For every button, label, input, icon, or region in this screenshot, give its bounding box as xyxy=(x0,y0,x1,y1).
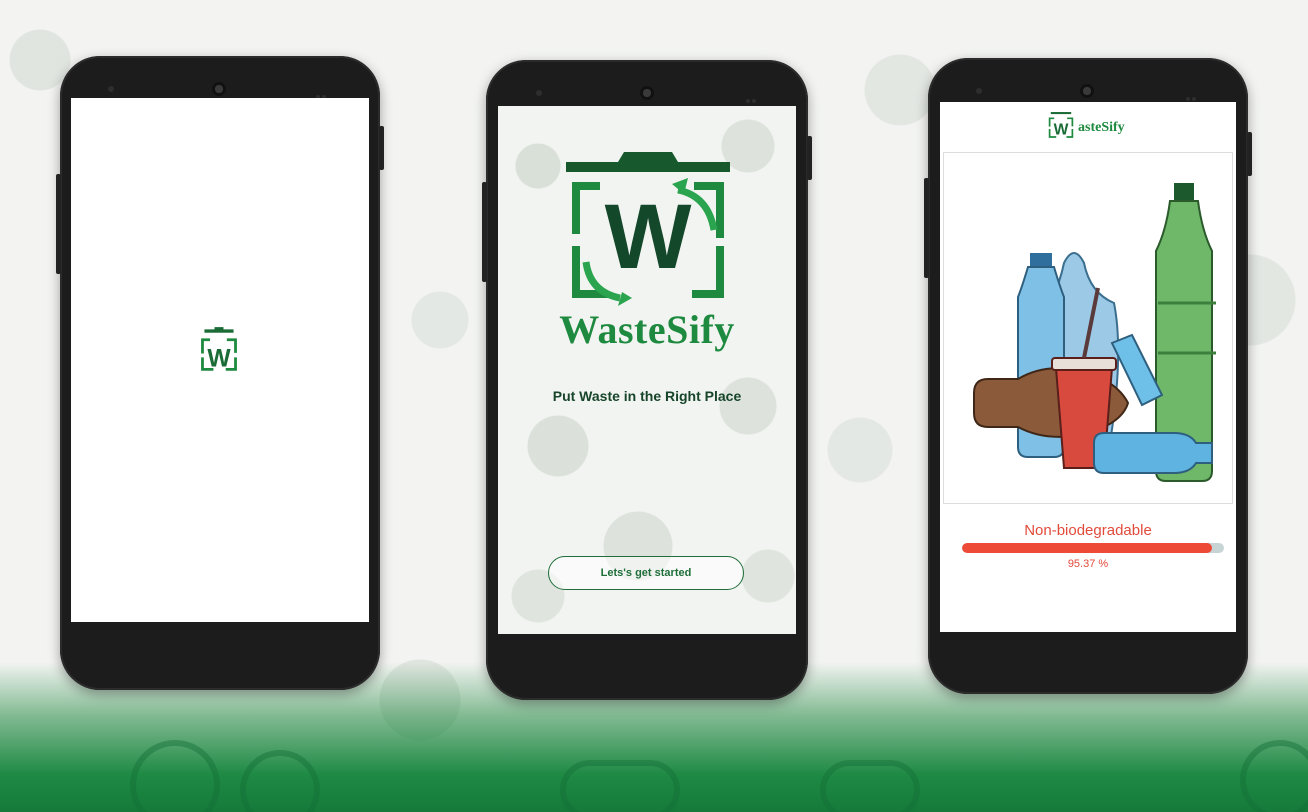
header-brand-name: asteSify xyxy=(1078,120,1125,135)
volume-button xyxy=(56,174,61,274)
front-camera xyxy=(1080,84,1094,98)
confidence-percentage: 95.37 % xyxy=(1067,558,1109,570)
speaker-dots xyxy=(1186,88,1200,101)
power-button xyxy=(807,136,812,180)
result-screen: W asteSify Non-biodegradable 95.37 % xyxy=(940,102,1236,632)
speaker-dots xyxy=(746,90,760,103)
power-button xyxy=(1247,132,1252,176)
header-logo: W asteSify xyxy=(1044,110,1134,146)
recycle-bin-logo-icon: W xyxy=(566,152,730,306)
get-started-button[interactable]: Lets's get started xyxy=(548,556,744,590)
recycle-bin-logo-icon: W xyxy=(1048,112,1074,138)
power-button xyxy=(379,126,384,170)
phone-loading: W xyxy=(56,56,384,690)
captured-image xyxy=(943,152,1233,504)
waste-items-illustration xyxy=(973,183,1216,482)
confidence-bar-fill xyxy=(962,543,1212,553)
recycle-bin-logo-icon: W xyxy=(201,327,237,372)
front-camera xyxy=(212,82,226,96)
app-tagline: Put Waste in the Right Place xyxy=(552,388,742,404)
proximity-sensor xyxy=(536,90,542,96)
phone-result: W asteSify Non-biodegradable 95.37 % xyxy=(924,58,1252,694)
proximity-sensor xyxy=(108,86,114,92)
svg-text:W: W xyxy=(605,186,692,288)
front-camera xyxy=(640,86,654,100)
background-doodle xyxy=(820,760,920,812)
speaker-dots xyxy=(316,86,330,99)
loading-screen: W xyxy=(71,98,369,622)
svg-text:W: W xyxy=(207,345,231,372)
volume-button xyxy=(482,182,487,282)
splash-screen: W WasteSify Put Waste in the Right Place… xyxy=(498,106,796,634)
background-doodle xyxy=(560,760,680,812)
volume-button xyxy=(924,178,929,278)
classification-label: Non-biodegradable xyxy=(1024,522,1152,539)
proximity-sensor xyxy=(976,88,982,94)
confidence-bar xyxy=(962,543,1224,553)
phone-splash: W WasteSify Put Waste in the Right Place… xyxy=(482,60,812,700)
app-brand-name: WasteSify xyxy=(559,307,735,352)
svg-text:W: W xyxy=(1054,121,1069,138)
